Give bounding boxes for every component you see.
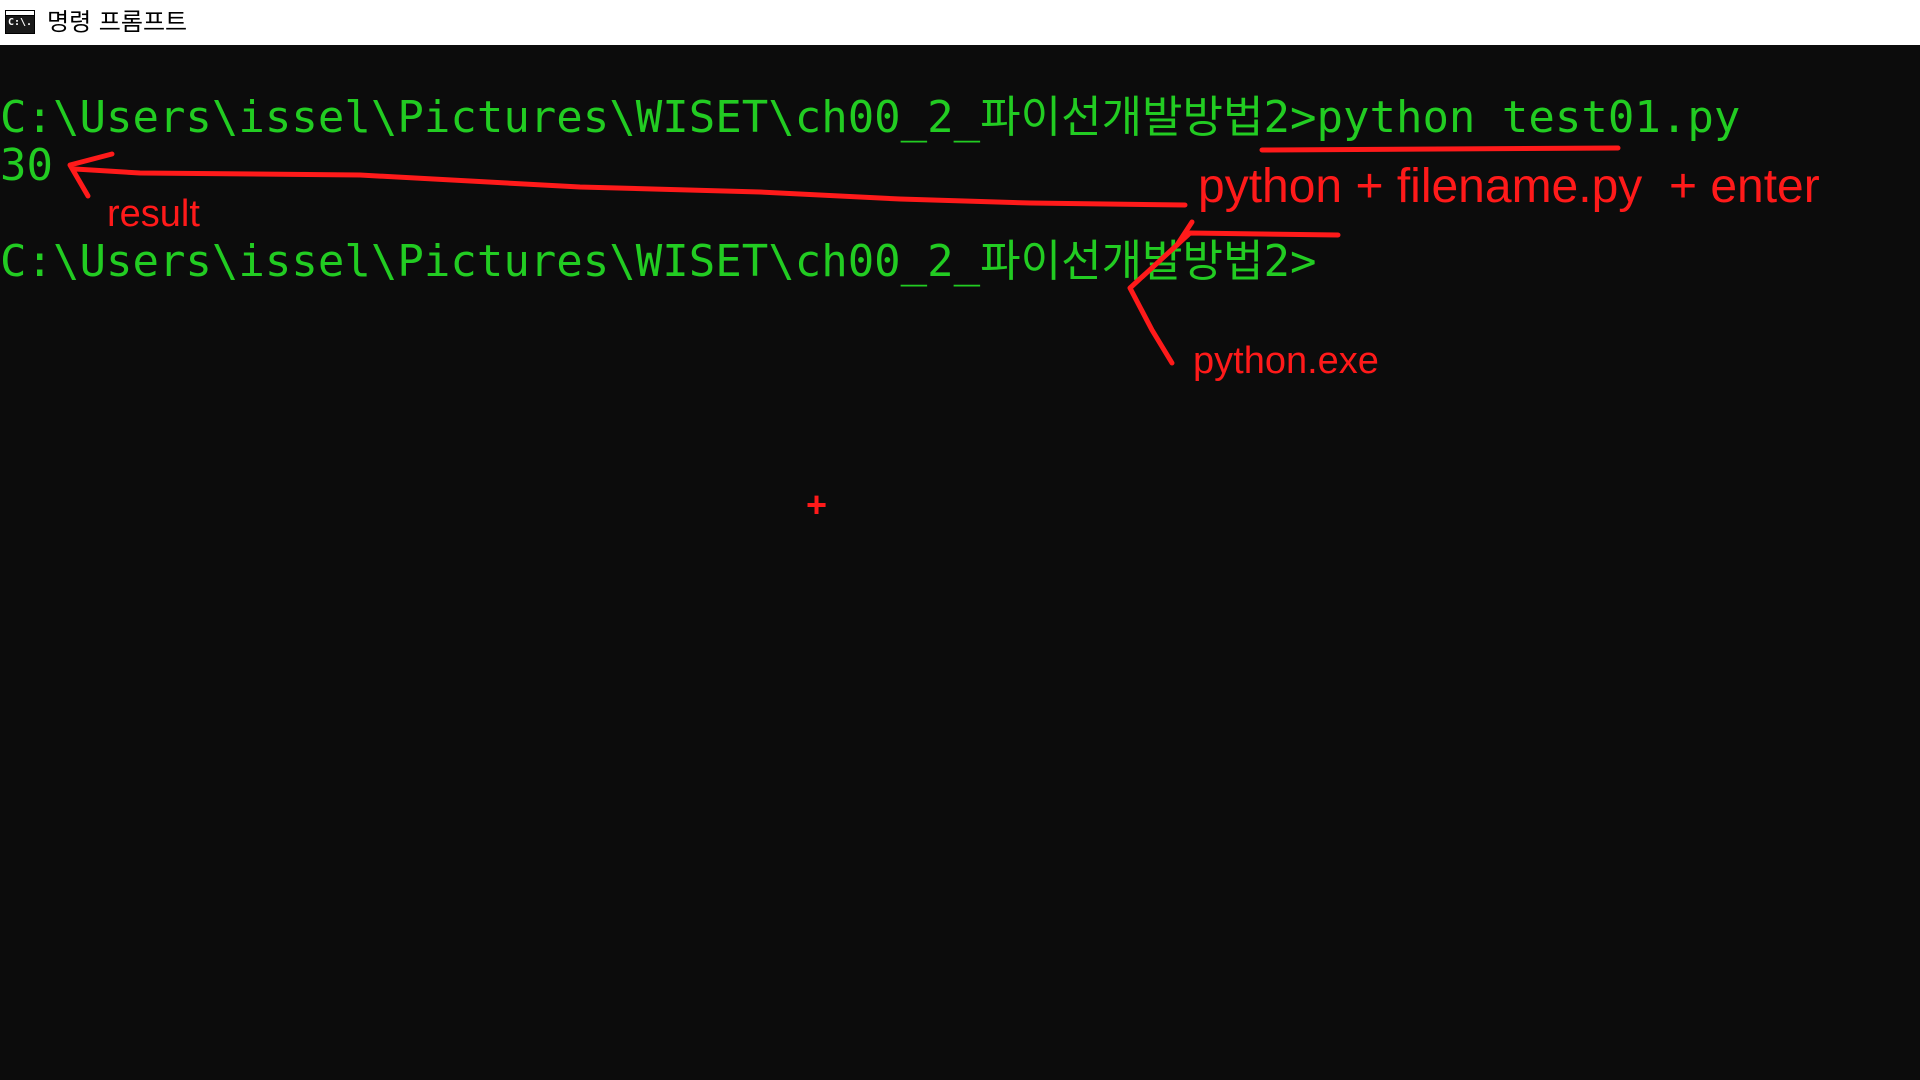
console-line-3: C:\Users\issel\Pictures\WISET\ch00_2_파이선… xyxy=(0,237,1316,287)
result-annotation: result xyxy=(107,193,200,235)
cmd-icon-glyph: C:\. xyxy=(8,17,33,28)
window-title: 명령 프롬프트 xyxy=(47,8,188,36)
command-prompt-window: C:\. 명령 프롬프트 C:\Users\issel\Pictures\WIS… xyxy=(0,0,1920,1080)
exe-annotation: python.exe xyxy=(1193,340,1379,382)
command-output: 30 xyxy=(0,140,53,191)
title-bar[interactable]: C:\. 명령 프롬프트 xyxy=(0,0,1920,45)
console-line-1: C:\Users\issel\Pictures\WISET\ch00_2_파이선… xyxy=(0,93,1740,143)
prompt-path: C:\Users\issel\Pictures\WISET\ch00_2_파이선… xyxy=(0,92,1317,143)
typed-command: python test01.py xyxy=(1316,92,1741,143)
icon-top-bar xyxy=(6,11,34,16)
cursor-mark: + xyxy=(806,484,828,525)
prompt-path: C:\Users\issel\Pictures\WISET\ch00_2_파이선… xyxy=(0,236,1317,287)
cmd-icon[interactable]: C:\. xyxy=(5,10,35,34)
command-hint-annotation: python + filename.py + enter xyxy=(1198,160,1820,213)
console-line-2: 30 xyxy=(0,141,53,191)
